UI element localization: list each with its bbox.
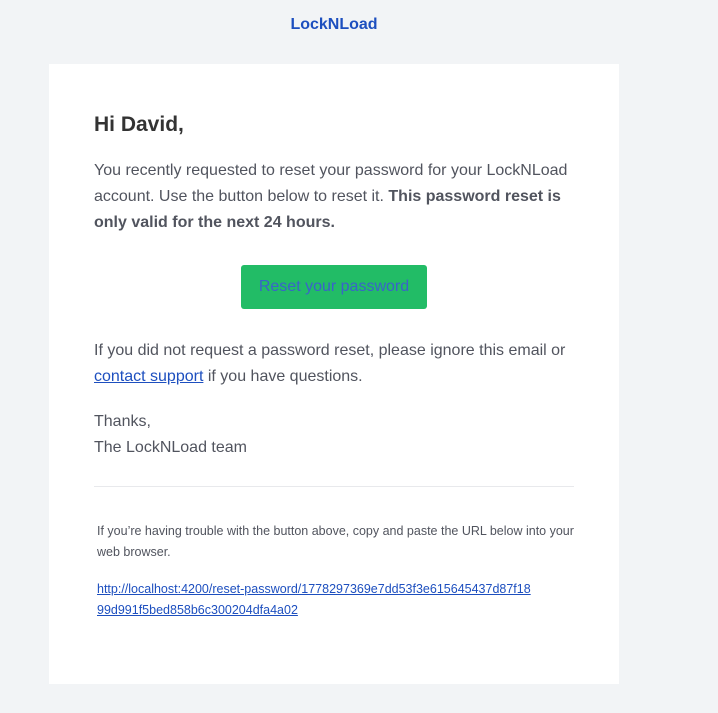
ignore-paragraph: If you did not request a password reset,… (94, 338, 584, 390)
reset-password-button[interactable]: Reset your password (241, 265, 427, 309)
contact-support-link[interactable]: contact support (94, 368, 203, 385)
email-card: Hi David, You recently requested to rese… (49, 64, 619, 684)
intro-paragraph: You recently requested to reset your pas… (94, 158, 584, 236)
footer-divider (94, 486, 574, 487)
greeting-heading: Hi David, (94, 113, 184, 136)
thanks-text: Thanks, (94, 413, 151, 430)
team-signature: The LockNLoad team (94, 439, 247, 456)
ignore-text-after: if you have questions. (203, 368, 363, 385)
reset-url-paragraph: http://localhost:4200/reset-password/177… (97, 579, 537, 621)
reset-url-link[interactable]: http://localhost:4200/reset-password/177… (97, 582, 531, 617)
brand-link[interactable]: LockNLoad (0, 16, 668, 34)
signoff: Thanks, The LockNLoad team (94, 409, 247, 461)
trouble-text: If you’re having trouble with the button… (97, 524, 574, 559)
ignore-text-before: If you did not request a password reset,… (94, 342, 566, 359)
